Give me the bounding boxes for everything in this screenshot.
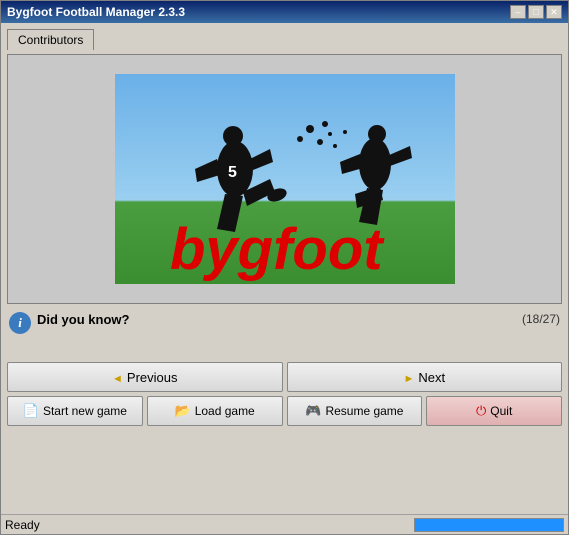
next-button[interactable]: Next (287, 362, 563, 392)
did-you-know-counter: (18/27) (522, 312, 560, 326)
action-buttons: Start new game Load game Resume game Qui… (7, 396, 562, 426)
tab-bar: Contributors (7, 29, 562, 50)
status-text: Ready (5, 518, 40, 532)
status-progress-fill (415, 519, 563, 531)
load-game-button[interactable]: Load game (147, 396, 283, 426)
logo-image: 5 bygfoot (115, 74, 455, 284)
next-label: Next (418, 370, 445, 385)
main-window: Bygfoot Football Manager 2.3.3 – □ ✕ Con… (0, 0, 569, 535)
did-you-know-content: Did you know? (18/27) (37, 312, 560, 327)
previous-label: Previous (127, 370, 178, 385)
quit-icon (476, 403, 486, 419)
did-you-know-section: i Did you know? (18/27) (7, 308, 562, 358)
next-icon (403, 370, 414, 385)
previous-button[interactable]: Previous (7, 362, 283, 392)
resume-game-label: Resume game (325, 404, 403, 418)
did-you-know-label: Did you know? (37, 312, 129, 327)
tab-contributors[interactable]: Contributors (7, 29, 94, 50)
nav-buttons: Previous Next (7, 362, 562, 392)
previous-icon (112, 370, 123, 385)
resume-game-icon (305, 403, 321, 419)
quit-label: Quit (490, 404, 512, 418)
maximize-button[interactable]: □ (528, 5, 544, 19)
window-title: Bygfoot Football Manager 2.3.3 (7, 5, 185, 19)
start-new-game-label: Start new game (43, 404, 127, 418)
load-game-label: Load game (195, 404, 255, 418)
load-game-icon (175, 403, 191, 419)
status-progress-bar (414, 518, 564, 532)
window-body: Contributors (1, 23, 568, 514)
title-controls: – □ ✕ (510, 5, 562, 19)
minimize-button[interactable]: – (510, 5, 526, 19)
start-new-game-button[interactable]: Start new game (7, 396, 143, 426)
logo-area: 5 bygfoot (7, 54, 562, 304)
close-button[interactable]: ✕ (546, 5, 562, 19)
title-bar: Bygfoot Football Manager 2.3.3 – □ ✕ (1, 1, 568, 23)
resume-game-button[interactable]: Resume game (287, 396, 423, 426)
new-game-icon (23, 403, 39, 419)
quit-button[interactable]: Quit (426, 396, 562, 426)
info-icon: i (9, 312, 31, 334)
status-bar: Ready (1, 514, 568, 534)
svg-text:bygfoot: bygfoot (170, 217, 385, 282)
svg-text:5: 5 (228, 164, 237, 181)
